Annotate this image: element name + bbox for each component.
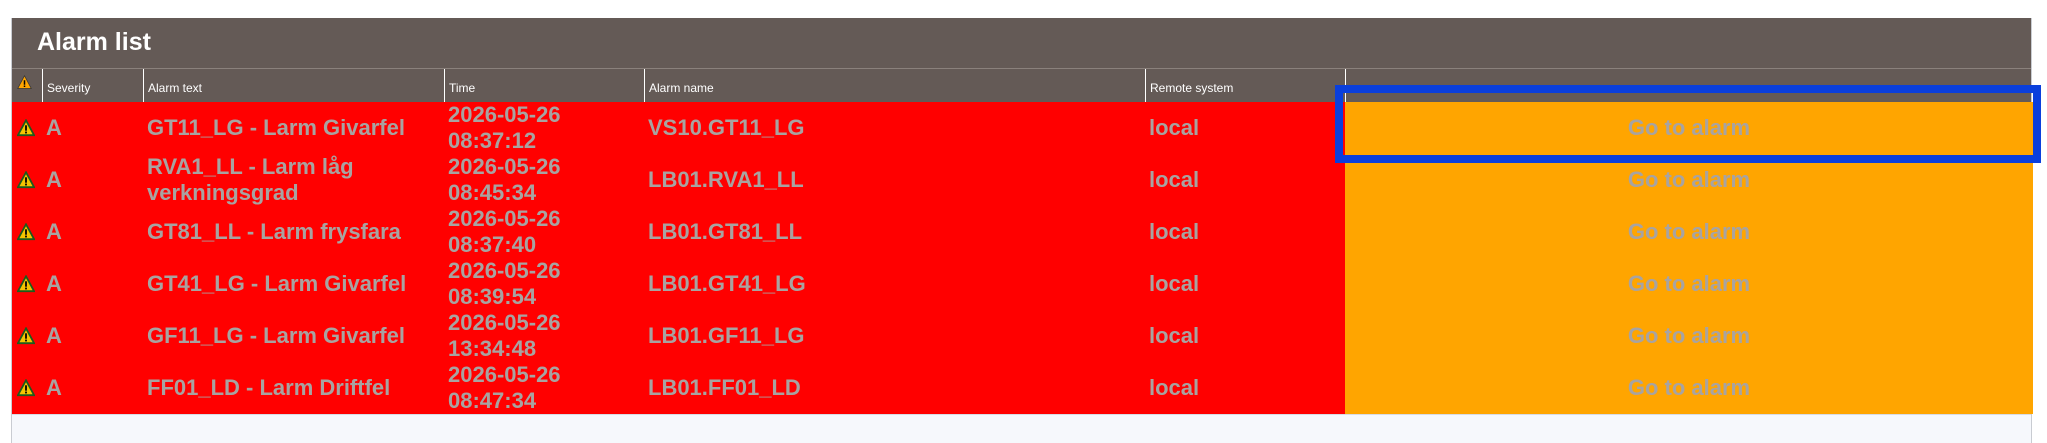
severity-cell: A — [42, 258, 143, 310]
warning-triangle-icon — [17, 379, 35, 397]
remote-system-cell: local — [1145, 258, 1345, 310]
alarm-text-cell: GT11_LG - Larm Givarfel — [143, 102, 444, 154]
alarm-text-cell: FF01_LD - Larm Driftfel — [143, 362, 444, 414]
alarm-name-cell: LB01.GT81_LL — [644, 206, 1145, 258]
severity-cell: A — [42, 310, 143, 362]
go-to-alarm-button[interactable]: Go to alarm — [1345, 154, 2033, 206]
severity-cell: A — [42, 102, 143, 154]
warning-triangle-icon — [17, 75, 32, 89]
alarm-list-panel: Alarm list Severity Alarm text Time Alar… — [11, 18, 2033, 443]
time-clock: 08:39:54 — [448, 284, 537, 309]
column-header-alarm-name[interactable]: Alarm name — [644, 69, 1145, 102]
table-row[interactable]: A FF01_LD - Larm Driftfel 2026-05-26 08:… — [12, 362, 2033, 414]
table-row[interactable]: A GT11_LG - Larm Givarfel 2026-05-26 08:… — [12, 102, 2033, 154]
table-divider — [12, 414, 2031, 415]
alarm-text-cell: GF11_LG - Larm Givarfel — [143, 310, 444, 362]
column-header-time[interactable]: Time — [444, 69, 644, 102]
warning-triangle-icon — [17, 327, 35, 345]
alarm-name-cell: VS10.GT11_LG — [644, 102, 1145, 154]
row-warning-cell — [12, 258, 42, 310]
title-bar: Alarm list — [12, 18, 2031, 68]
warning-triangle-icon — [17, 275, 35, 293]
row-warning-cell — [12, 362, 42, 414]
remote-system-cell: local — [1145, 206, 1345, 258]
alarm-text-cell: GT81_LL - Larm frysfara — [143, 206, 444, 258]
severity-cell: A — [42, 206, 143, 258]
column-header-action — [1345, 69, 2033, 102]
header-warning-col[interactable] — [12, 69, 42, 102]
table-row[interactable]: A GT81_LL - Larm frysfara 2026-05-26 08:… — [12, 206, 2033, 258]
time-clock: 08:47:34 — [448, 388, 537, 413]
time-cell: 2026-05-26 08:47:34 — [444, 362, 644, 414]
column-header-severity[interactable]: Severity — [42, 69, 143, 102]
warning-triangle-icon — [17, 171, 35, 189]
time-date: 2026-05-26 — [448, 102, 561, 127]
row-warning-cell — [12, 102, 42, 154]
alarm-text-cell: RVA1_LL - Larm låg verkningsgrad — [143, 154, 444, 206]
table-row[interactable]: A GT41_LG - Larm Givarfel 2026-05-26 08:… — [12, 258, 2033, 310]
time-clock: 13:34:48 — [448, 336, 537, 361]
alarm-name-cell: LB01.RVA1_LL — [644, 154, 1145, 206]
remote-system-cell: local — [1145, 154, 1345, 206]
table-row[interactable]: A GF11_LG - Larm Givarfel 2026-05-26 13:… — [12, 310, 2033, 362]
page-title: Alarm list — [37, 28, 151, 56]
column-header-remote-system[interactable]: Remote system — [1145, 69, 1345, 102]
severity-cell: A — [42, 154, 143, 206]
go-to-alarm-button[interactable]: Go to alarm — [1345, 310, 2033, 362]
alarm-name-cell: LB01.GT41_LG — [644, 258, 1145, 310]
table-row[interactable]: A RVA1_LL - Larm låg verkningsgrad 2026-… — [12, 154, 2033, 206]
severity-cell: A — [42, 362, 143, 414]
go-to-alarm-button[interactable]: Go to alarm — [1345, 206, 2033, 258]
row-warning-cell — [12, 206, 42, 258]
remote-system-cell: local — [1145, 362, 1345, 414]
remote-system-cell: local — [1145, 310, 1345, 362]
time-date: 2026-05-26 — [448, 362, 561, 387]
warning-triangle-icon — [17, 119, 35, 137]
alarm-text-cell: GT41_LG - Larm Givarfel — [143, 258, 444, 310]
time-clock: 08:45:34 — [448, 180, 537, 205]
time-date: 2026-05-26 — [448, 310, 561, 335]
time-cell: 2026-05-26 08:37:12 — [444, 102, 644, 154]
time-cell: 2026-05-26 13:34:48 — [444, 310, 644, 362]
go-to-alarm-button[interactable]: Go to alarm — [1345, 362, 2033, 414]
table-header: Severity Alarm text Time Alarm name Remo… — [12, 68, 2031, 102]
time-date: 2026-05-26 — [448, 206, 561, 231]
time-cell: 2026-05-26 08:45:34 — [444, 154, 644, 206]
remote-system-cell: local — [1145, 102, 1345, 154]
alarm-name-cell: LB01.FF01_LD — [644, 362, 1145, 414]
time-date: 2026-05-26 — [448, 154, 561, 179]
row-warning-cell — [12, 310, 42, 362]
time-clock: 08:37:40 — [448, 232, 537, 257]
time-cell: 2026-05-26 08:37:40 — [444, 206, 644, 258]
time-clock: 08:37:12 — [448, 128, 537, 153]
alarm-name-cell: LB01.GF11_LG — [644, 310, 1145, 362]
go-to-alarm-button[interactable]: Go to alarm — [1345, 102, 2033, 154]
column-header-alarm-text[interactable]: Alarm text — [143, 69, 444, 102]
go-to-alarm-button[interactable]: Go to alarm — [1345, 258, 2033, 310]
warning-triangle-icon — [17, 223, 35, 241]
row-warning-cell — [12, 154, 42, 206]
time-date: 2026-05-26 — [448, 258, 561, 283]
time-cell: 2026-05-26 08:39:54 — [444, 258, 644, 310]
